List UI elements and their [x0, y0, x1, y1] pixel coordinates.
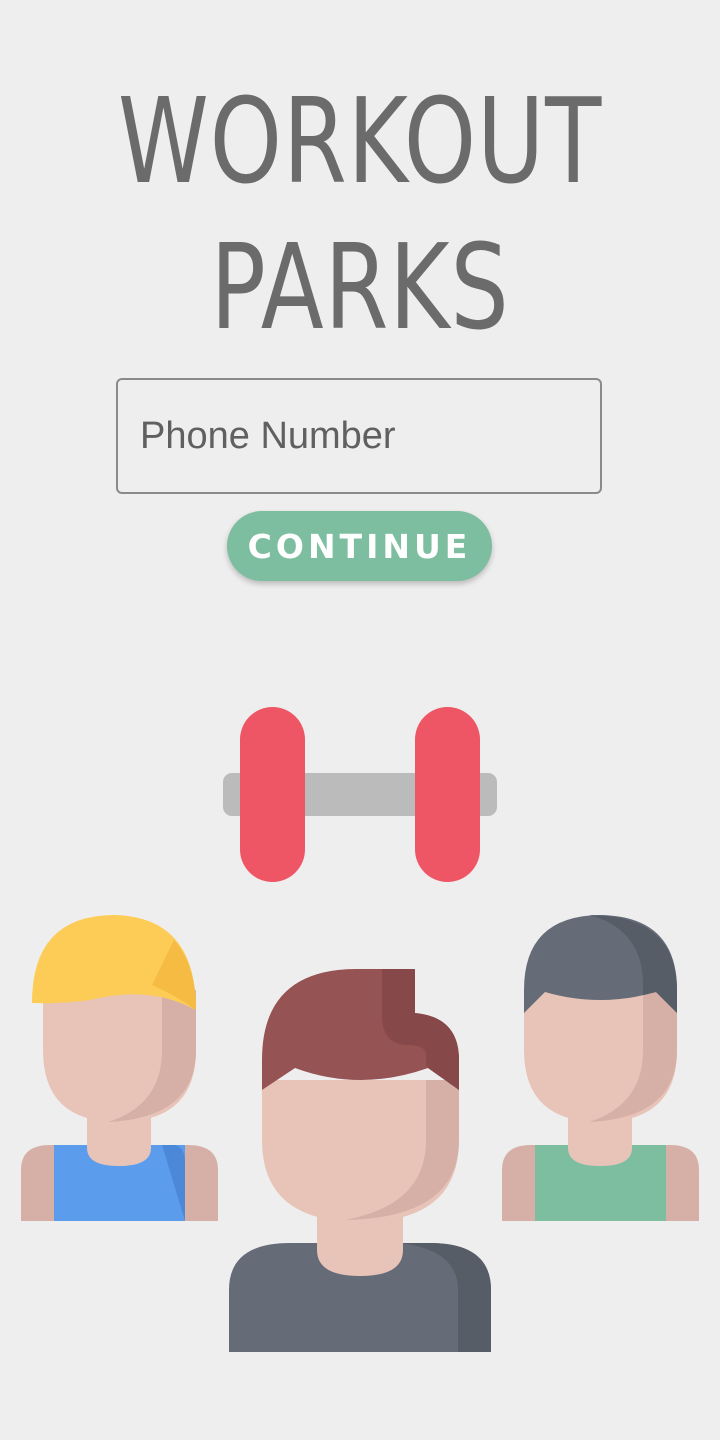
workout-illustration — [21, 707, 699, 1352]
dumbbell-icon — [223, 707, 497, 882]
app-title-line-2: PARKS — [210, 218, 510, 356]
phone-number-input[interactable] — [116, 378, 602, 494]
person-brown-hair-icon — [229, 969, 491, 1352]
person-dark-hair-icon — [502, 915, 699, 1221]
app-title-line-1: WORKOUT — [117, 72, 603, 210]
person-blonde-icon — [21, 915, 218, 1221]
continue-button[interactable]: CONTINUE — [227, 511, 492, 581]
